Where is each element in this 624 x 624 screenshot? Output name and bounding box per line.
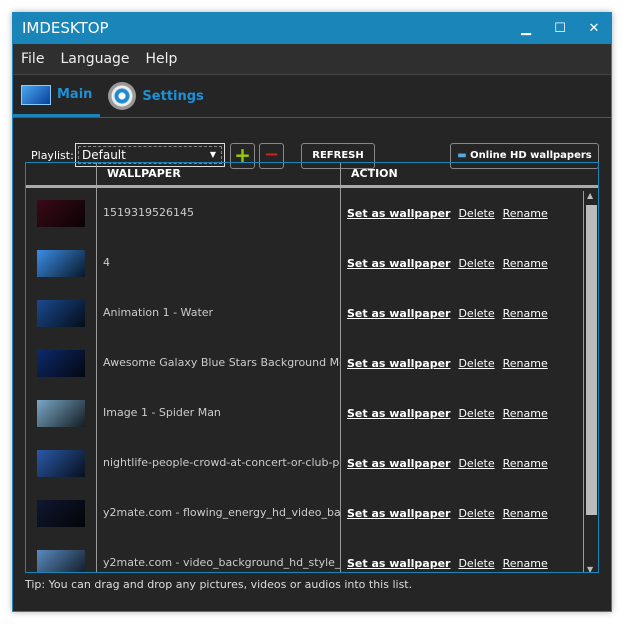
delete-link[interactable]: Delete bbox=[458, 457, 494, 470]
thumb-cell bbox=[26, 238, 97, 288]
playlist-label: Playlist: bbox=[31, 149, 74, 162]
thumb-cell bbox=[26, 438, 97, 488]
wallpaper-name: y2mate.com - flowing_energy_hd_video_bac… bbox=[97, 488, 341, 538]
wallpaper-table: WALLPAPER ACTION 1519319526145 Set as wa… bbox=[25, 162, 599, 573]
set-wallpaper-link[interactable]: Set as wallpaper bbox=[347, 457, 450, 470]
header-action[interactable]: ACTION bbox=[341, 163, 584, 185]
thumb-cell bbox=[26, 538, 97, 572]
menu-help[interactable]: Help bbox=[146, 51, 178, 67]
menu-bar: File Language Help bbox=[13, 44, 611, 75]
action-cell: Set as wallpaper Delete Rename bbox=[341, 257, 584, 270]
wallpaper-name: 4 bbox=[97, 238, 341, 288]
wallpaper-name: y2mate.com - video_background_hd_style_p… bbox=[97, 538, 341, 572]
wallpaper-thumbnail bbox=[37, 249, 85, 277]
thumb-cell bbox=[26, 288, 97, 338]
table-row[interactable]: y2mate.com - video_background_hd_style_p… bbox=[26, 538, 598, 572]
table-row[interactable]: 1519319526145 Set as wallpaper Delete Rena… bbox=[26, 188, 598, 238]
online-wallpapers-label: Online HD wallpapers bbox=[470, 150, 592, 161]
rename-link[interactable]: Rename bbox=[503, 557, 548, 570]
wallpaper-thumbnail bbox=[37, 549, 85, 572]
set-wallpaper-link[interactable]: Set as wallpaper bbox=[347, 257, 450, 270]
set-wallpaper-link[interactable]: Set as wallpaper bbox=[347, 557, 450, 570]
wallpaper-name: nightlife-people-crowd-at-concert-or-clu… bbox=[97, 438, 341, 488]
action-cell: Set as wallpaper Delete Rename bbox=[341, 557, 584, 570]
rename-link[interactable]: Rename bbox=[503, 357, 548, 370]
action-cell: Set as wallpaper Delete Rename bbox=[341, 507, 584, 520]
table-row[interactable]: Animation 1 - Water Set as wallpaper Dele… bbox=[26, 288, 598, 338]
delete-link[interactable]: Delete bbox=[458, 407, 494, 420]
set-wallpaper-link[interactable]: Set as wallpaper bbox=[347, 307, 450, 320]
wallpaper-name: 1519319526145 bbox=[97, 188, 341, 238]
rename-link[interactable]: Rename bbox=[503, 457, 548, 470]
wallpaper-thumbnail bbox=[37, 449, 85, 477]
table-row[interactable]: Awesome Galaxy Blue Stars Background Mot… bbox=[26, 338, 598, 388]
thumb-cell bbox=[26, 488, 97, 538]
maximize-button[interactable]: ☐ bbox=[543, 13, 577, 44]
title-bar: IMDESKTOP ▁ ☐ ✕ bbox=[13, 13, 611, 44]
wallpaper-thumbnail bbox=[37, 349, 85, 377]
playlist-value: Default bbox=[82, 148, 126, 162]
tab-main-label: Main bbox=[57, 87, 93, 102]
wallpaper-thumbnail bbox=[37, 399, 85, 427]
wallpaper-name: Image 1 - Spider Man bbox=[97, 388, 341, 438]
thumb-cell bbox=[26, 388, 97, 438]
rename-link[interactable]: Rename bbox=[503, 257, 548, 270]
wallpaper-thumbnail bbox=[37, 499, 85, 527]
table-row[interactable]: 4 Set as wallpaper Delete Rename bbox=[26, 238, 598, 288]
header-wallpaper[interactable]: WALLPAPER bbox=[97, 163, 341, 185]
action-cell: Set as wallpaper Delete Rename bbox=[341, 457, 584, 470]
table-row[interactable]: Image 1 - Spider Man Set as wallpaper Del… bbox=[26, 388, 598, 438]
set-wallpaper-link[interactable]: Set as wallpaper bbox=[347, 207, 450, 220]
wallpaper-name: Awesome Galaxy Blue Stars Background Mot… bbox=[97, 338, 341, 388]
rename-link[interactable]: Rename bbox=[503, 407, 548, 420]
set-wallpaper-link[interactable]: Set as wallpaper bbox=[347, 407, 450, 420]
wallpaper-thumbnail bbox=[37, 199, 85, 227]
app-window: IMDESKTOP ▁ ☐ ✕ File Language Help Main … bbox=[12, 12, 612, 612]
tip-text: Tip: You can drag and drop any pictures,… bbox=[25, 578, 413, 591]
header-thumb bbox=[26, 163, 97, 185]
delete-link[interactable]: Delete bbox=[458, 507, 494, 520]
thumb-cell bbox=[26, 188, 97, 238]
set-wallpaper-link[interactable]: Set as wallpaper bbox=[347, 357, 450, 370]
rename-link[interactable]: Rename bbox=[503, 307, 548, 320]
action-cell: Set as wallpaper Delete Rename bbox=[341, 407, 584, 420]
tab-settings[interactable]: Settings bbox=[100, 75, 211, 117]
gear-icon bbox=[108, 82, 137, 110]
delete-link[interactable]: Delete bbox=[458, 357, 494, 370]
minimize-button[interactable]: ▁ bbox=[509, 13, 543, 44]
delete-link[interactable]: Delete bbox=[458, 257, 494, 270]
delete-link[interactable]: Delete bbox=[458, 207, 494, 220]
delete-link[interactable]: Delete bbox=[458, 307, 494, 320]
delete-link[interactable]: Delete bbox=[458, 557, 494, 570]
scroll-up-icon[interactable]: ▲ bbox=[587, 191, 593, 200]
set-wallpaper-link[interactable]: Set as wallpaper bbox=[347, 507, 450, 520]
clapper-icon: ▬ bbox=[457, 150, 471, 161]
monitor-icon bbox=[21, 84, 51, 105]
wallpaper-thumbnail bbox=[37, 299, 85, 327]
wallpaper-name: Animation 1 - Water bbox=[97, 288, 341, 338]
action-cell: Set as wallpaper Delete Rename bbox=[341, 207, 584, 220]
table-header: WALLPAPER ACTION bbox=[26, 163, 598, 188]
thumb-cell bbox=[26, 338, 97, 388]
tab-settings-label: Settings bbox=[142, 88, 204, 104]
tab-bar: Main Settings bbox=[13, 75, 611, 118]
table-row[interactable]: nightlife-people-crowd-at-concert-or-clu… bbox=[26, 438, 598, 488]
menu-language[interactable]: Language bbox=[60, 51, 129, 67]
rename-link[interactable]: Rename bbox=[503, 207, 548, 220]
close-button[interactable]: ✕ bbox=[577, 13, 611, 44]
window-title: IMDESKTOP bbox=[22, 19, 109, 37]
menu-file[interactable]: File bbox=[21, 51, 44, 67]
scrollbar[interactable]: ▲ ▼ bbox=[583, 191, 598, 572]
action-cell: Set as wallpaper Delete Rename bbox=[341, 307, 584, 320]
scroll-down-icon[interactable]: ▼ bbox=[587, 565, 593, 572]
action-cell: Set as wallpaper Delete Rename bbox=[341, 357, 584, 370]
rename-link[interactable]: Rename bbox=[503, 507, 548, 520]
tab-main[interactable]: Main bbox=[13, 75, 101, 117]
scrollbar-thumb[interactable] bbox=[586, 205, 597, 515]
table-row[interactable]: y2mate.com - flowing_energy_hd_video_bac… bbox=[26, 488, 598, 538]
